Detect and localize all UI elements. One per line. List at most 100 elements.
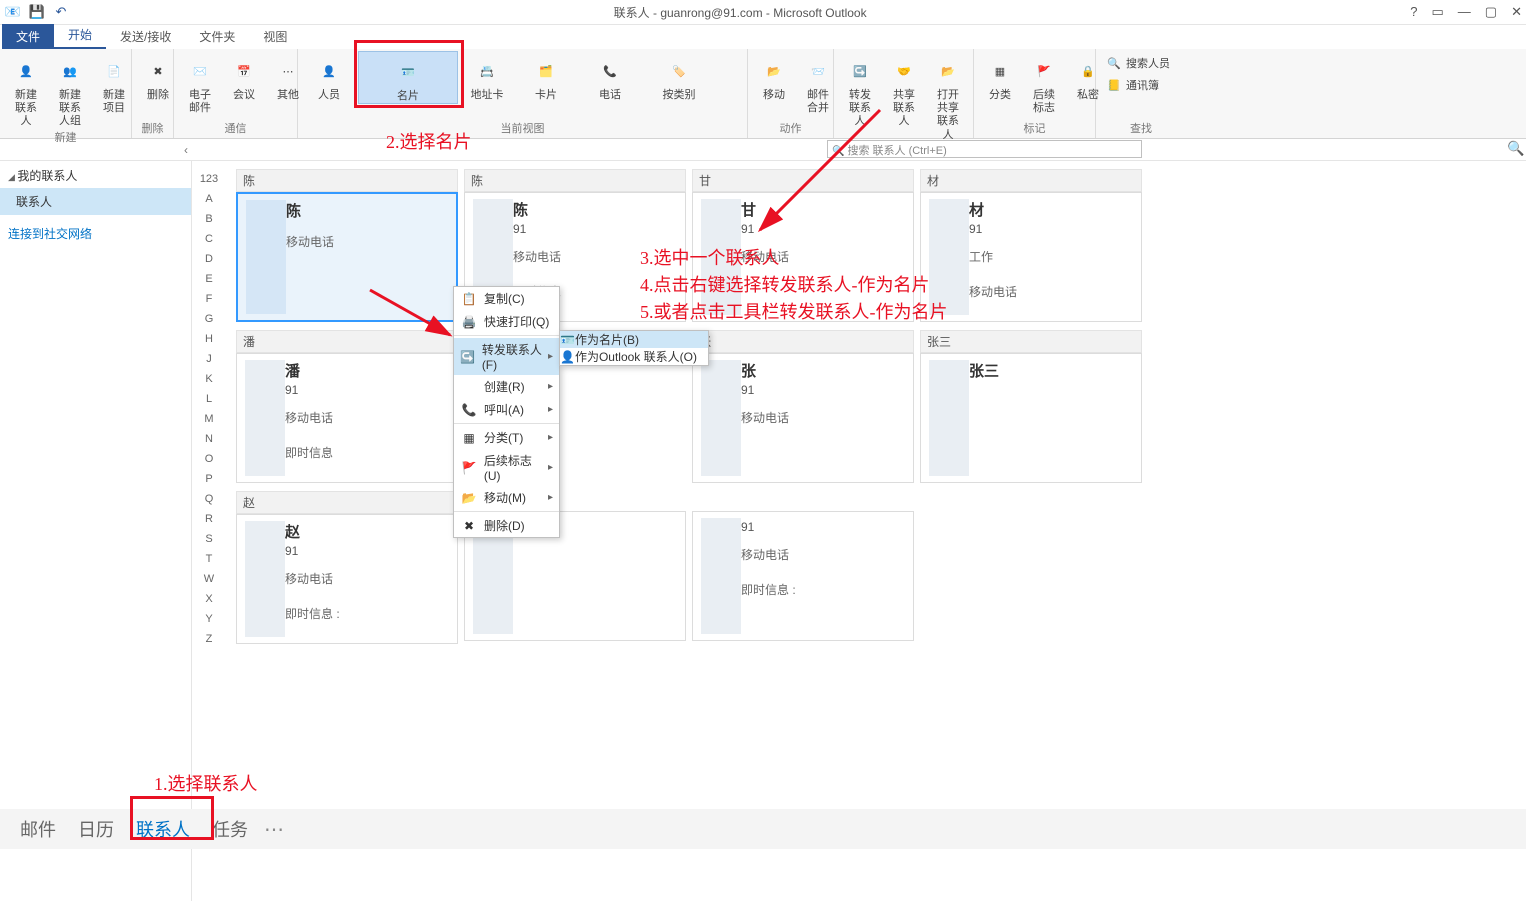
- az-letter[interactable]: M: [204, 409, 213, 429]
- group-header[interactable]: 潘: [236, 330, 458, 353]
- ribbon: 👤新建联系人 👥新建联系人组 📄新建项目 新建 ✖删除 删除 ✉️电子邮件 📅会…: [0, 49, 1526, 139]
- classify-button[interactable]: ▦分类: [980, 51, 1020, 102]
- az-letter[interactable]: J: [206, 349, 212, 369]
- ctx-quickprint[interactable]: 🖨️快速打印(Q): [454, 310, 559, 333]
- contact-card[interactable]: 张91移动电话: [692, 353, 914, 483]
- close-icon[interactable]: ✕: [1511, 4, 1522, 20]
- new-contact-button[interactable]: 👤新建联系人: [6, 51, 46, 129]
- nav-calendar[interactable]: 日历: [72, 812, 120, 846]
- ctx-as-card[interactable]: 🪪作为名片(B): [560, 331, 708, 348]
- group-header[interactable]: 陈: [464, 169, 686, 192]
- share-contact-button[interactable]: 🤝共享联系人: [884, 51, 924, 129]
- az-letter[interactable]: C: [205, 229, 213, 249]
- card-view-button[interactable]: 🗂️卡片: [516, 51, 576, 102]
- sidebar-social-link[interactable]: 连接到社交网络: [0, 215, 191, 252]
- az-letter[interactable]: A: [205, 189, 212, 209]
- delete-button[interactable]: ✖删除: [138, 51, 178, 102]
- nav-tasks[interactable]: 任务: [206, 812, 254, 846]
- contact-card[interactable]: 甘91移动电话: [692, 192, 914, 322]
- az-letter[interactable]: F: [206, 289, 213, 309]
- ctx-move[interactable]: 📂移动(M)▸: [454, 486, 559, 509]
- ctx-copy[interactable]: 📋复制(C): [454, 287, 559, 310]
- nav-mail[interactable]: 邮件: [14, 812, 62, 846]
- new-item-button[interactable]: 📄新建项目: [94, 51, 134, 115]
- help-icon[interactable]: ?: [1410, 4, 1417, 20]
- ctx-create[interactable]: 创建(R)▸: [454, 375, 559, 398]
- contact-card[interactable]: 陈移动电话: [236, 192, 458, 322]
- az-letter[interactable]: X: [205, 589, 212, 609]
- new-group-button[interactable]: 👥新建联系人组: [50, 51, 90, 129]
- ctx-followup[interactable]: 🚩后续标志(U)▸: [454, 449, 559, 486]
- byclass-view-button[interactable]: 🏷️按类别: [644, 51, 714, 102]
- minimize-icon[interactable]: —: [1458, 4, 1471, 20]
- group-action-label: 动作: [754, 120, 827, 138]
- tab-file[interactable]: 文件: [2, 24, 54, 49]
- az-letter[interactable]: L: [206, 389, 212, 409]
- ctx-forward[interactable]: ↪️转发联系人(F)▸: [454, 338, 559, 375]
- az-letter[interactable]: W: [204, 569, 214, 589]
- contact-card[interactable]: 赵91移动电话即时信息 :: [236, 514, 458, 644]
- az-letter[interactable]: O: [205, 449, 214, 469]
- az-letter[interactable]: E: [205, 269, 212, 289]
- az-letter[interactable]: S: [205, 529, 212, 549]
- sidebar-header[interactable]: 我的联系人: [0, 161, 191, 188]
- az-letter[interactable]: K: [205, 369, 212, 389]
- quick-undo-icon[interactable]: ↶: [52, 3, 70, 21]
- az-letter[interactable]: Z: [206, 629, 213, 649]
- phone-view-button[interactable]: 📞电话: [580, 51, 640, 102]
- group-header[interactable]: 甘: [692, 169, 914, 192]
- az-letter[interactable]: H: [205, 329, 213, 349]
- addrbook-button[interactable]: 📒通讯簿: [1102, 75, 1180, 95]
- group-header[interactable]: 陈: [236, 169, 458, 192]
- contact-card[interactable]: 潘91移动电话即时信息: [236, 353, 458, 483]
- search-input[interactable]: 搜索 联系人 (Ctrl+E): [827, 140, 1142, 158]
- contact-card[interactable]: 张三: [920, 353, 1142, 483]
- quick-save-icon[interactable]: 💾: [28, 3, 46, 21]
- open-shared-button[interactable]: 📂打开共享联系人: [928, 51, 968, 142]
- ctx-as-outlook[interactable]: 👤作为Outlook 联系人(O): [560, 348, 708, 365]
- az-letter[interactable]: Y: [205, 609, 212, 629]
- az-letter[interactable]: B: [205, 209, 212, 229]
- az-letter[interactable]: G: [205, 309, 214, 329]
- ctx-delete[interactable]: ✖删除(D): [454, 514, 559, 537]
- followup-button[interactable]: 🚩后续标志: [1024, 51, 1064, 115]
- ribbon-toggle-icon[interactable]: ▭: [1432, 4, 1444, 20]
- ctx-classify[interactable]: ▦分类(T)▸: [454, 426, 559, 449]
- sidebar-item-contacts[interactable]: 联系人: [0, 188, 191, 215]
- az-letter[interactable]: Q: [205, 489, 214, 509]
- addrcard-view-button[interactable]: 📇地址卡: [462, 51, 512, 102]
- maximize-icon[interactable]: ▢: [1485, 4, 1497, 20]
- tab-view[interactable]: 视图: [249, 24, 301, 49]
- forward-contact-button[interactable]: ↪️转发联系人: [840, 51, 880, 129]
- group-header[interactable]: 材: [920, 169, 1142, 192]
- tab-start[interactable]: 开始: [54, 22, 106, 49]
- mailmerge-button[interactable]: 📨邮件合并: [798, 51, 838, 115]
- context-submenu: 🪪作为名片(B) 👤作为Outlook 联系人(O): [559, 330, 709, 366]
- group-header[interactable]: 赵: [236, 491, 458, 514]
- contact-card[interactable]: 材91工作移动电话: [920, 192, 1142, 322]
- contact-card[interactable]: 91移动电话即时信息 :: [692, 511, 914, 641]
- meeting-button[interactable]: 📅会议: [224, 51, 264, 102]
- az-letter[interactable]: D: [205, 249, 213, 269]
- az-letter[interactable]: N: [205, 429, 213, 449]
- bizcard-view-button[interactable]: 🪪名片: [358, 51, 458, 104]
- ribbon-tabs: 文件 开始 发送/接收 文件夹 视图: [0, 25, 1526, 49]
- search-people-button[interactable]: 🔍搜索人员: [1102, 53, 1180, 73]
- az-letter[interactable]: T: [206, 549, 213, 569]
- group-header[interactable]: 张三: [920, 330, 1142, 353]
- collapse-sidebar-icon[interactable]: ‹: [184, 143, 188, 157]
- tab-sendrecv[interactable]: 发送/接收: [106, 24, 185, 49]
- group-view-label: 当前视图: [304, 120, 741, 138]
- tab-folder[interactable]: 文件夹: [185, 24, 249, 49]
- az-letter[interactable]: P: [205, 469, 212, 489]
- ctx-call[interactable]: 📞呼叫(A)▸: [454, 398, 559, 421]
- search-expand-icon[interactable]: 🔍: [1508, 140, 1524, 156]
- move-button[interactable]: 📂移动: [754, 51, 794, 102]
- email-button[interactable]: ✉️电子邮件: [180, 51, 220, 115]
- nav-more-icon[interactable]: ⋯: [264, 817, 284, 842]
- group-header[interactable]: 张: [692, 330, 914, 353]
- az-letter[interactable]: 123: [200, 169, 218, 189]
- nav-contacts[interactable]: 联系人: [130, 812, 196, 846]
- az-letter[interactable]: R: [205, 509, 213, 529]
- people-view-button[interactable]: 👤人员: [304, 51, 354, 102]
